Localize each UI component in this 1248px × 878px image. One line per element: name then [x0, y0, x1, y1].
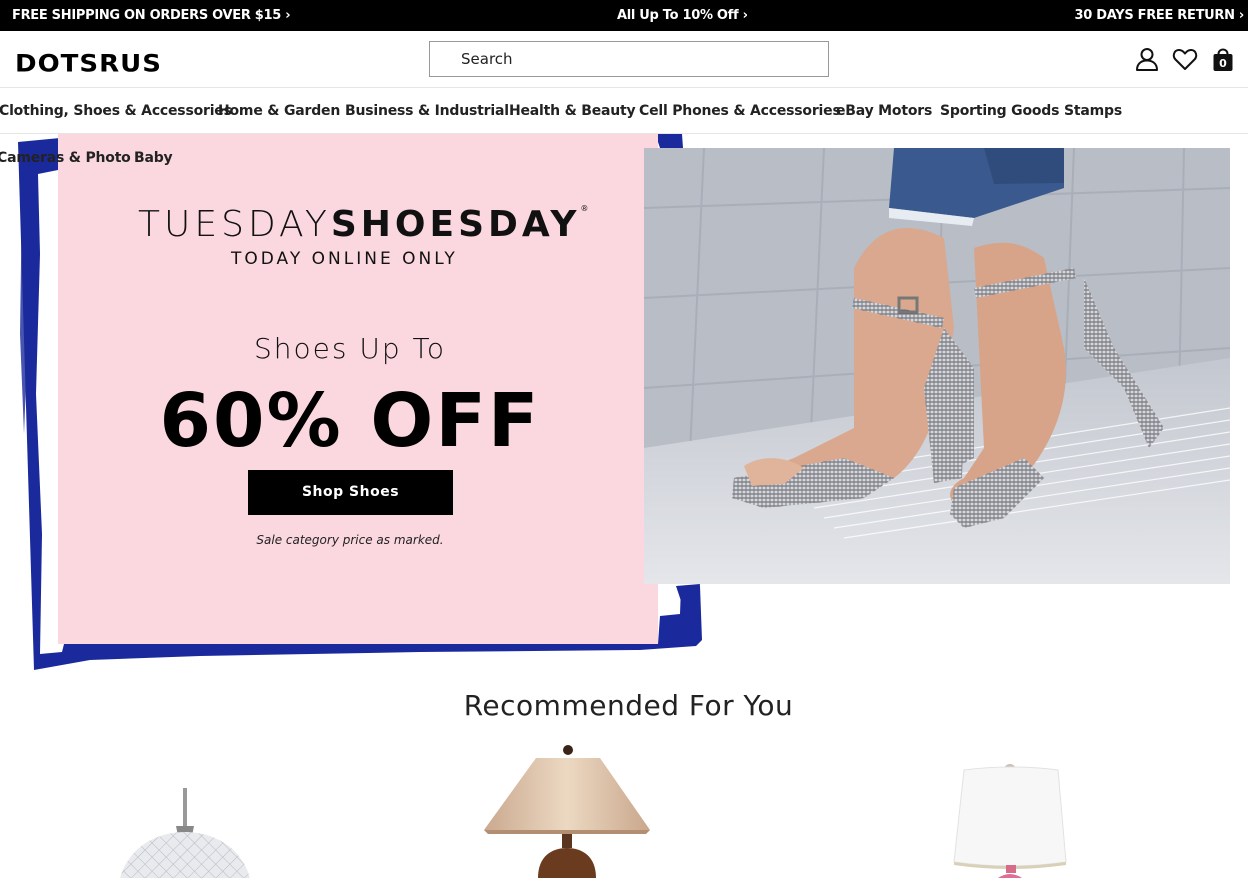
recommended-title: Recommended For You — [463, 689, 794, 722]
nav-item-cameras[interactable]: Cameras & Photo — [0, 150, 131, 166]
nav-item-clothing[interactable]: Clothing, Shoes & Accessories — [0, 103, 232, 119]
promo-bar: FREE SHIPPING ON ORDERS OVER $15 › All U… — [0, 0, 1248, 31]
shoes-photo[interactable] — [644, 148, 1230, 584]
nav-item-ebay-motors[interactable]: eBay Motors — [836, 103, 932, 119]
white-shade-lamp-image[interactable] — [950, 744, 1074, 878]
category-nav: Clothing, Shoes & Accessories Home & Gar… — [0, 88, 1248, 134]
nav-item-home-garden[interactable]: Home & Garden — [218, 103, 340, 119]
pendant-lamp-image[interactable] — [110, 744, 260, 878]
promo-disclaimer: Sale category price as marked. — [256, 533, 444, 547]
promo-panel: TUESDAYSHOESDAY® TODAY ONLINE ONLY Shoes… — [58, 134, 658, 644]
nav-item-cell-phones[interactable]: Cell Phones & Accessories — [639, 103, 841, 119]
promo-title-bold: SHOESDAY — [330, 204, 581, 245]
site-header: DOTSRUS Search 0 — [0, 31, 1248, 88]
site-logo[interactable]: DOTSRUS — [15, 51, 162, 77]
nav-item-sporting-goods[interactable]: Sporting Goods — [940, 103, 1059, 119]
hero-banner[interactable]: TUESDAYSHOESDAY® TODAY ONLINE ONLY Shoes… — [0, 134, 1248, 674]
nav-item-baby[interactable]: Baby — [134, 150, 173, 166]
nav-item-business[interactable]: Business & Industrial — [345, 103, 509, 119]
table-lamp-image[interactable] — [478, 744, 658, 878]
promo-title: TUESDAYSHOESDAY® — [58, 204, 658, 245]
promo-discount: 60% OFF — [159, 378, 541, 464]
registered-mark: ® — [580, 204, 589, 213]
free-shipping-link[interactable]: FREE SHIPPING ON ORDERS OVER $15 › — [12, 8, 291, 23]
nav-item-health-beauty[interactable]: Health & Beauty — [509, 103, 636, 119]
bag-icon[interactable]: 0 — [1211, 46, 1237, 72]
account-icon[interactable] — [1134, 46, 1160, 72]
bag-count: 0 — [1219, 57, 1227, 70]
search-input[interactable]: Search — [429, 41, 829, 77]
shop-shoes-button[interactable]: Shop Shoes — [248, 470, 453, 515]
promo-lead: Shoes Up To — [253, 332, 446, 365]
nav-item-stamps[interactable]: Stamps — [1064, 103, 1122, 119]
free-return-link[interactable]: 30 DAYS FREE RETURN › — [1075, 8, 1245, 23]
discount-link[interactable]: All Up To 10% Off › — [617, 8, 748, 23]
promo-title-light: TUESDAY — [138, 204, 331, 245]
heart-icon[interactable] — [1172, 46, 1198, 72]
promo-subtitle: TODAY ONLINE ONLY — [231, 249, 458, 269]
